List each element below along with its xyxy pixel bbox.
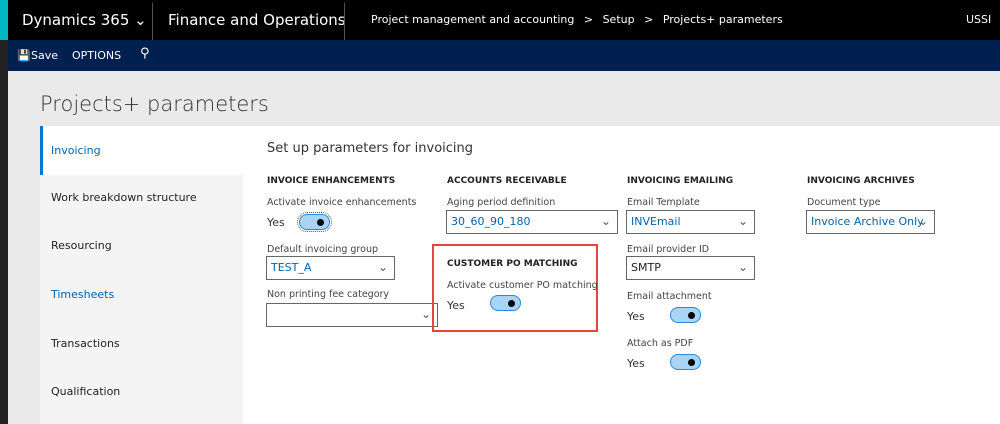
group-title: INVOICING ARCHIVES (807, 176, 915, 186)
command-bar: 💾 Save OPTIONS ⚲ (8, 40, 1000, 71)
field-label: Aging period definition (447, 197, 556, 208)
nav-item-resourcing[interactable]: Resourcing (40, 221, 243, 270)
field-label: Non printing fee category (267, 289, 390, 300)
attach-pdf-toggle[interactable] (670, 354, 701, 370)
breadcrumb-item[interactable]: Project management and accounting (371, 13, 574, 26)
group-title: INVOICING EMAILING (627, 176, 734, 186)
field-label: Email attachment (627, 291, 712, 302)
field-label: Activate invoice enhancements (267, 197, 417, 208)
company-picker[interactable]: USSI (966, 0, 991, 40)
chevron-down-icon: ⌄ (420, 307, 431, 321)
select-value: TEST_A (271, 261, 312, 274)
nav-toggle[interactable] (0, 0, 8, 40)
field-label: Document type (807, 197, 881, 208)
chevron-down-icon: ⌄ (737, 214, 748, 228)
chevron-down-icon: ⌄ (600, 214, 611, 228)
breadcrumb-item[interactable]: Setup (603, 13, 635, 26)
section-heading: Set up parameters for invoicing (267, 141, 474, 156)
nav-item-qualification[interactable]: Qualification (40, 367, 243, 416)
save-icon[interactable]: 💾 (17, 49, 31, 62)
app-name: Finance and Operations (168, 11, 346, 29)
field-label: Default invoicing group (267, 244, 378, 255)
field-label: Attach as PDF (627, 338, 694, 349)
po-matching-toggle[interactable] (490, 295, 521, 311)
toggle-value: Yes (447, 299, 465, 312)
document-type-select[interactable]: Invoice Archive Only ⌄ (806, 210, 935, 234)
group-title: ACCOUNTS RECEIVABLE (447, 176, 567, 186)
breadcrumb-separator: > (583, 13, 594, 26)
chevron-down-icon: ⌄ (917, 214, 928, 228)
main-panel: Set up parameters for invoicing INVOICE … (243, 126, 1000, 424)
product-menu[interactable]: Dynamics 365 ⌄ (22, 0, 147, 40)
breadcrumb-separator: > (644, 13, 654, 26)
save-button[interactable]: Save (31, 49, 58, 62)
email-attachment-toggle[interactable] (670, 307, 701, 323)
page-title: Projects+ parameters (40, 92, 269, 116)
select-value: SMTP (631, 261, 661, 274)
left-strip (0, 40, 8, 424)
chevron-down-icon: ⌄ (134, 11, 147, 29)
search-icon[interactable]: ⚲ (140, 46, 150, 61)
group-title: INVOICE ENHANCEMENTS (267, 176, 396, 186)
email-provider-select[interactable]: SMTP ⌄ (626, 256, 755, 280)
field-label: Activate customer PO matching (447, 280, 598, 291)
options-button[interactable]: OPTIONS (72, 49, 121, 62)
aging-period-select[interactable]: 30_60_90_180 ⌄ (446, 210, 618, 234)
select-value: Invoice Archive Only (811, 215, 924, 228)
breadcrumb: Project management and accounting > Setu… (371, 0, 783, 40)
nav-item-wbs[interactable]: Work breakdown structure (40, 173, 243, 222)
email-template-select[interactable]: INVEmail ⌄ (626, 210, 755, 234)
breadcrumb-item[interactable]: Projects+ parameters (663, 13, 783, 26)
select-value: 30_60_90_180 (451, 215, 531, 228)
toggle-value: Yes (267, 216, 285, 229)
toggle-value: Yes (627, 310, 645, 323)
group-title: CUSTOMER PO MATCHING (447, 259, 578, 269)
nav-item-transactions[interactable]: Transactions (40, 319, 243, 368)
toggle-value: Yes (627, 357, 645, 370)
top-bar: Dynamics 365 ⌄ Finance and Operations Pr… (0, 0, 1000, 40)
sidebar: Invoicing Work breakdown structure Resou… (40, 126, 243, 424)
field-label: Email Template (627, 197, 700, 208)
product-name: Dynamics 365 (22, 11, 130, 29)
field-label: Email provider ID (627, 244, 710, 255)
nav-item-invoicing[interactable]: Invoicing (40, 126, 243, 175)
chevron-down-icon: ⌄ (377, 260, 388, 274)
fee-category-select[interactable]: ⌄ (266, 303, 438, 327)
chevron-down-icon: ⌄ (737, 260, 748, 274)
invoice-enhancements-toggle[interactable] (297, 212, 332, 232)
nav-item-timesheets[interactable]: Timesheets (40, 270, 243, 319)
select-value: INVEmail (631, 215, 681, 228)
invoicing-group-select[interactable]: TEST_A ⌄ (266, 256, 395, 280)
